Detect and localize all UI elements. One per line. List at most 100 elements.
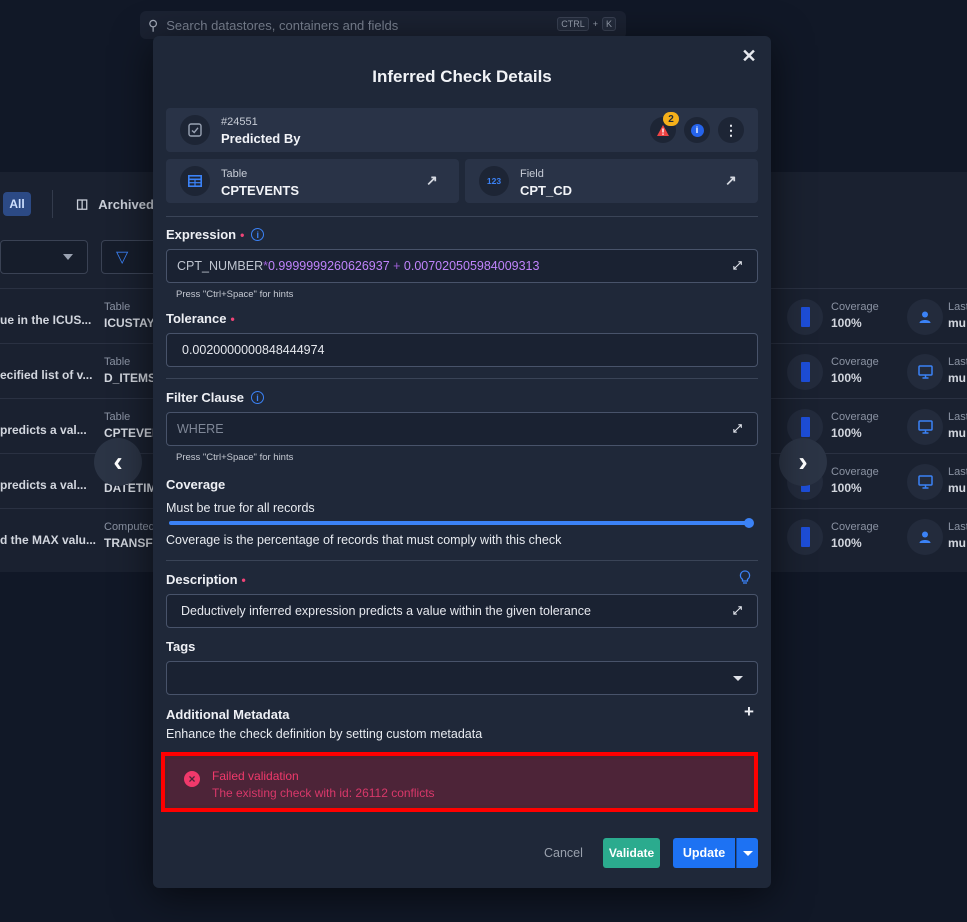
expand-icon[interactable]: ⤢: [733, 605, 745, 617]
close-icon: ✕: [741, 45, 757, 66]
error-message: The existing check with id: 26112 confli…: [212, 786, 435, 800]
filter-clause-hint: Press "Ctrl+Space" for hints: [176, 452, 294, 463]
info-icon[interactable]: i: [251, 228, 265, 241]
expand-icon[interactable]: ⤢: [733, 423, 745, 435]
divider: [52, 190, 53, 218]
open-external-icon[interactable]: ↗: [725, 172, 737, 189]
coverage-icon: [787, 354, 823, 390]
next-check-button[interactable]: ›: [779, 438, 827, 486]
last-editor-value: mu: [948, 536, 966, 550]
validate-button[interactable]: Validate: [603, 838, 660, 868]
check-description: ue in the ICUS...: [0, 313, 92, 327]
more-options-button[interactable]: ⋮: [718, 117, 744, 143]
person-icon: [907, 299, 943, 335]
coverage-label: Coverage: [831, 301, 879, 313]
check-id: #24551: [221, 116, 258, 128]
inferred-check-details-dialog: ✕ Inferred Check Details #24551 Predicte…: [153, 36, 771, 888]
expression-operator: +: [389, 259, 404, 273]
tolerance-label-text: Tolerance: [166, 311, 227, 326]
last-editor-value: mu: [948, 481, 966, 495]
filter-archived-button[interactable]: ◫ Archived: [76, 196, 154, 212]
chevron-down-icon: [63, 254, 73, 260]
required-marker: •: [240, 227, 245, 242]
search-icon: ⚲: [148, 16, 159, 33]
more-vertical-icon: ⋮: [724, 122, 738, 138]
field-icon-wrap: 123: [479, 166, 509, 196]
monitor-icon: [907, 409, 943, 445]
expand-icon[interactable]: ⤢: [733, 260, 745, 272]
last-editor-value: mu: [948, 371, 966, 385]
person-icon: [907, 519, 943, 555]
divider: [166, 378, 758, 379]
table-icon-wrap: [180, 166, 210, 196]
last-editor-label: Last: [948, 301, 967, 313]
coverage-value: 100%: [831, 536, 862, 550]
add-metadata-button[interactable]: +: [744, 703, 754, 720]
field-card-label: Field: [520, 168, 544, 180]
field-card[interactable]: 123 Field CPT_CD ↗: [465, 159, 758, 203]
required-marker: •: [230, 311, 235, 326]
info-icon: i: [690, 123, 704, 137]
info-button[interactable]: i: [684, 117, 710, 143]
expression-variable: CPT_NUMBER: [177, 259, 264, 273]
coverage-value: 100%: [831, 371, 862, 385]
filter-all-button[interactable]: All: [3, 192, 31, 216]
cancel-button[interactable]: Cancel: [544, 846, 583, 860]
field-card-value: CPT_CD: [520, 183, 573, 198]
coverage-help: Coverage is the percentage of records th…: [166, 533, 562, 547]
coverage-slider[interactable]: [169, 521, 752, 525]
tags-select[interactable]: [166, 661, 758, 695]
last-editor-label: Last: [948, 411, 967, 423]
expression-label-text: Expression: [166, 227, 237, 242]
check-predicted-by: Predicted By: [221, 131, 301, 146]
info-icon[interactable]: i: [251, 391, 265, 404]
filter-button[interactable]: ▽: [101, 240, 161, 274]
description-input[interactable]: Deductively inferred expression predicts…: [166, 594, 758, 628]
last-editor-label: Last: [948, 356, 967, 368]
open-external-icon[interactable]: ↗: [426, 172, 438, 189]
filter-clause-label-text: Filter Clause: [166, 390, 245, 405]
validation-error-highlight: × Failed validation The existing check w…: [161, 752, 758, 812]
table-card-value: CPTEVENTS: [221, 183, 300, 198]
metadata-label: Additional Metadata: [166, 707, 290, 722]
tolerance-input[interactable]: 0.0020000000848444974: [166, 333, 758, 367]
divider: [166, 560, 758, 561]
update-options-button[interactable]: [736, 838, 758, 868]
table-card[interactable]: Table CPTEVENTS ↗: [166, 159, 459, 203]
close-button[interactable]: ✕: [739, 46, 759, 66]
search-shortcut: CTRL + K: [557, 17, 616, 31]
coverage-slider-handle[interactable]: [744, 518, 754, 528]
last-editor-label: Last: [948, 466, 967, 478]
table-icon: [188, 175, 202, 187]
update-button[interactable]: Update: [673, 838, 735, 868]
expression-input[interactable]: CPT_NUMBER * 0.9999999260626937 + 0.007020…: [166, 249, 758, 283]
archived-label: Archived: [98, 196, 154, 212]
container-type-label: Table: [104, 356, 131, 368]
filter-clause-label: Filter Clause i: [166, 390, 265, 405]
divider: [166, 216, 758, 217]
tolerance-label: Tolerance •: [166, 311, 235, 326]
numeric-field-icon: 123: [486, 176, 502, 186]
check-header-card: #24551 Predicted By 2 i ⋮: [166, 108, 758, 152]
expression-hint: Press "Ctrl+Space" for hints: [176, 289, 294, 300]
kbd-k: K: [601, 17, 616, 31]
check-icon-wrap: [180, 115, 210, 145]
description-value: Deductively inferred expression predicts…: [181, 604, 591, 618]
expression-number: 0.9999999260626937: [268, 259, 390, 273]
global-search[interactable]: ⚲ Search datastores, containers and fiel…: [140, 11, 626, 39]
coverage-value: 100%: [831, 316, 862, 330]
checkbox-icon: [188, 123, 202, 137]
search-placeholder: Search datastores, containers and fields: [166, 17, 399, 33]
kbd-plus: +: [592, 19, 598, 29]
container-type-label: Table: [104, 301, 131, 313]
expression-number: 0.007020505984009313: [403, 259, 540, 273]
lightbulb-icon[interactable]: [739, 570, 751, 590]
previous-check-button[interactable]: ‹: [94, 438, 142, 486]
filter-clause-input[interactable]: WHERE ⤢: [166, 412, 758, 446]
table-card-label: Table: [221, 168, 248, 180]
plus-icon: +: [744, 702, 754, 721]
coverage-label: Coverage: [831, 521, 879, 533]
sort-select[interactable]: [0, 240, 88, 274]
metadata-help: Enhance the check definition by setting …: [166, 727, 483, 741]
required-marker: •: [241, 572, 246, 587]
